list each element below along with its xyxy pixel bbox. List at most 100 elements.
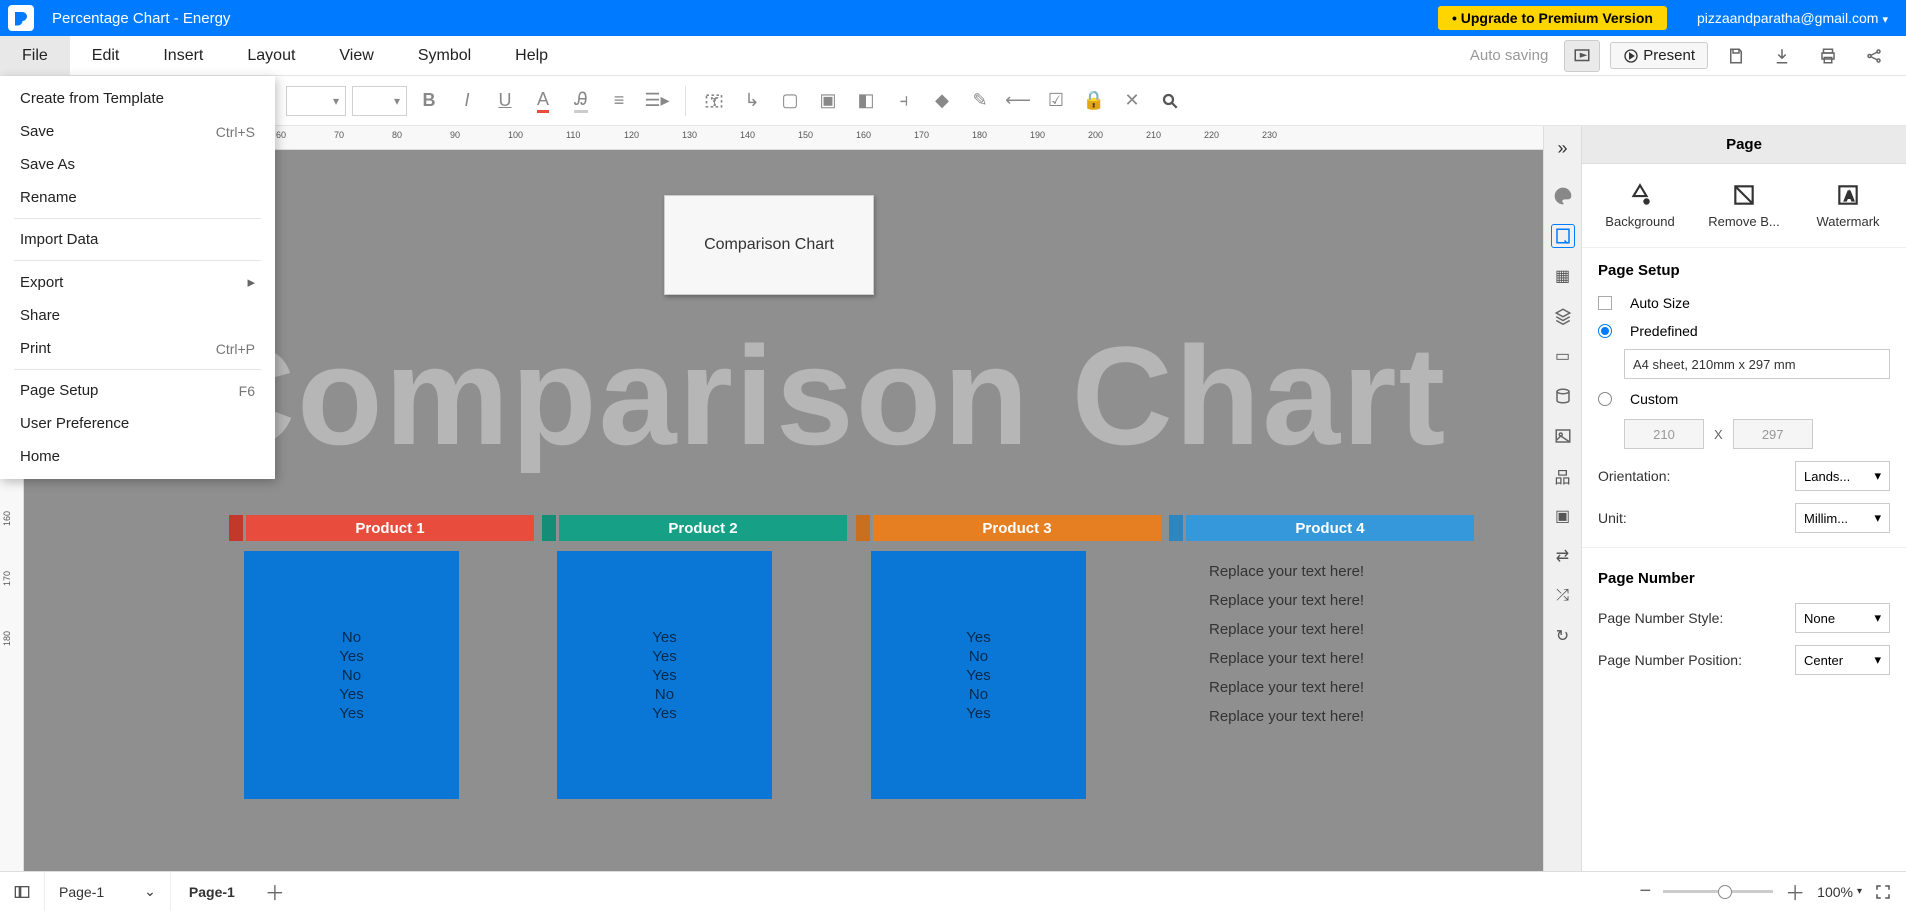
file-user-preference[interactable]: User Preference bbox=[0, 407, 275, 440]
save-icon[interactable] bbox=[1718, 38, 1754, 74]
sitemap-icon[interactable]: 品 bbox=[1551, 464, 1575, 488]
presentation-toggle-button[interactable] bbox=[1564, 40, 1600, 72]
remove-bg-button[interactable]: Remove B... bbox=[1694, 182, 1794, 229]
document-title[interactable]: Percentage Chart - Energy bbox=[52, 10, 230, 27]
align-objects-button[interactable]: ⫞ bbox=[888, 85, 920, 117]
menu-layout[interactable]: Layout bbox=[225, 36, 317, 75]
unit-select[interactable]: Millim...▾ bbox=[1795, 503, 1890, 533]
presentation-icon[interactable]: ▭ bbox=[1551, 344, 1575, 368]
file-home[interactable]: Home bbox=[0, 440, 275, 473]
share-icon[interactable] bbox=[1856, 38, 1892, 74]
edit-shape-button[interactable]: ☑ bbox=[1040, 85, 1072, 117]
watermark-button[interactable]: AWatermark bbox=[1798, 182, 1898, 229]
line-spacing-button[interactable]: ☰▸ bbox=[641, 85, 673, 117]
zoom-value[interactable]: 100%▾ bbox=[1817, 884, 1862, 900]
arrange-icon[interactable]: ⇄ bbox=[1551, 544, 1575, 568]
file-share[interactable]: Share bbox=[0, 299, 275, 332]
user-email[interactable]: pizzaandparatha@gmail.com▾ bbox=[1697, 10, 1888, 26]
zoom-slider[interactable] bbox=[1663, 890, 1773, 893]
font-color-button[interactable]: A bbox=[527, 85, 559, 117]
menu-file[interactable]: File bbox=[0, 36, 70, 75]
expand-panel-icon[interactable]: » bbox=[1551, 136, 1575, 160]
history-icon[interactable]: ↻ bbox=[1551, 624, 1575, 648]
orientation-label: Orientation: bbox=[1598, 468, 1785, 484]
download-icon[interactable] bbox=[1764, 38, 1800, 74]
predefined-option[interactable]: Predefined bbox=[1582, 317, 1906, 345]
app-logo[interactable] bbox=[8, 5, 34, 31]
predefined-size-input[interactable] bbox=[1624, 349, 1890, 379]
menu-help[interactable]: Help bbox=[493, 36, 570, 75]
page-number-heading: Page Number bbox=[1582, 556, 1906, 597]
present-button[interactable]: Present bbox=[1610, 42, 1708, 69]
background-button[interactable]: Background bbox=[1590, 182, 1690, 229]
theme-icon[interactable] bbox=[1551, 184, 1575, 208]
zoom-out-button[interactable]: − bbox=[1639, 880, 1651, 903]
tools-button[interactable]: ✕ bbox=[1116, 85, 1148, 117]
lock-button[interactable]: 🔒 bbox=[1078, 85, 1110, 117]
shuffle-icon[interactable]: ⤮ bbox=[1551, 584, 1575, 608]
product-3-column[interactable]: Product 3 Yes No Yes No Yes bbox=[856, 515, 1161, 799]
menu-edit[interactable]: Edit bbox=[70, 36, 142, 75]
pn-style-select[interactable]: None▾ bbox=[1795, 603, 1890, 633]
text-box-button[interactable]: T bbox=[698, 85, 730, 117]
product-2-header: Product 2 bbox=[559, 515, 847, 541]
bring-front-button[interactable]: ◧ bbox=[850, 85, 882, 117]
orientation-select[interactable]: Lands...▾ bbox=[1795, 461, 1890, 491]
menu-insert[interactable]: Insert bbox=[141, 36, 225, 75]
italic-button[interactable]: I bbox=[451, 85, 483, 117]
height-input[interactable] bbox=[1733, 419, 1813, 449]
group-button[interactable]: ▣ bbox=[812, 85, 844, 117]
pn-pos-select[interactable]: Center▾ bbox=[1795, 645, 1890, 675]
font-size-select[interactable]: ▾ bbox=[352, 86, 407, 116]
page-tab[interactable]: Page-1 bbox=[171, 872, 253, 911]
file-rename[interactable]: Rename bbox=[0, 181, 275, 214]
search-button[interactable] bbox=[1154, 85, 1186, 117]
format-toolbar: ▾ ▾ B I U A Ꭿ ≡ ☰▸ T ↳ ▢ ▣ ◧ ⫞ ◆ ✎ ⟵ ☑ 🔒… bbox=[0, 76, 1906, 126]
line-color-button[interactable]: ✎ bbox=[964, 85, 996, 117]
file-create-template[interactable]: Create from Template bbox=[0, 82, 275, 115]
component-icon[interactable]: ▣ bbox=[1551, 504, 1575, 528]
arrow-style-button[interactable]: ⟵ bbox=[1002, 85, 1034, 117]
product-1-header: Product 1 bbox=[246, 515, 534, 541]
outline-button[interactable] bbox=[0, 872, 45, 911]
title-box-shape[interactable]: Comparison Chart bbox=[664, 195, 874, 295]
shape-button[interactable]: ▢ bbox=[774, 85, 806, 117]
align-button[interactable]: ≡ bbox=[603, 85, 635, 117]
top-bar: Percentage Chart - Energy Upgrade to Pre… bbox=[0, 0, 1906, 36]
fullscreen-button[interactable] bbox=[1874, 883, 1892, 901]
file-export[interactable]: Export▸ bbox=[0, 265, 275, 299]
product-4-header: Product 4 bbox=[1186, 515, 1474, 541]
page-panel-icon[interactable] bbox=[1551, 224, 1575, 248]
zoom-in-button[interactable]: ＋ bbox=[1785, 877, 1805, 906]
auto-size-option[interactable]: Auto Size bbox=[1582, 289, 1906, 317]
file-print[interactable]: PrintCtrl+P bbox=[0, 332, 275, 365]
highlight-button[interactable]: Ꭿ bbox=[565, 85, 597, 117]
bold-button[interactable]: B bbox=[413, 85, 445, 117]
font-family-select[interactable]: ▾ bbox=[286, 86, 346, 116]
width-input[interactable] bbox=[1624, 419, 1704, 449]
custom-option[interactable]: Custom bbox=[1582, 385, 1906, 413]
underline-button[interactable]: U bbox=[489, 85, 521, 117]
menu-view[interactable]: View bbox=[317, 36, 395, 75]
svg-text:T: T bbox=[712, 97, 718, 108]
menu-symbol[interactable]: Symbol bbox=[396, 36, 493, 75]
product-1-column[interactable]: Product 1 No Yes No Yes Yes bbox=[229, 515, 534, 799]
data-icon[interactable] bbox=[1551, 384, 1575, 408]
fill-button[interactable]: ◆ bbox=[926, 85, 958, 117]
panel-title: Page bbox=[1582, 126, 1906, 164]
add-page-button[interactable]: ＋ bbox=[253, 872, 297, 911]
file-save[interactable]: SaveCtrl+S bbox=[0, 115, 275, 148]
product-4-column[interactable]: Product 4 Replace your text here! Replac… bbox=[1169, 515, 1474, 725]
image-icon[interactable] bbox=[1551, 424, 1575, 448]
layers-icon[interactable] bbox=[1551, 304, 1575, 328]
grid-icon[interactable]: ▦ bbox=[1551, 264, 1575, 288]
upgrade-button[interactable]: Upgrade to Premium Version bbox=[1438, 6, 1667, 30]
file-page-setup[interactable]: Page SetupF6 bbox=[0, 374, 275, 407]
file-save-as[interactable]: Save As bbox=[0, 148, 275, 181]
page-selector[interactable]: Page-1⌄ bbox=[45, 872, 171, 911]
caret-down-icon: ▾ bbox=[1882, 14, 1888, 26]
product-2-column[interactable]: Product 2 Yes Yes Yes No Yes bbox=[542, 515, 847, 799]
file-import-data[interactable]: Import Data bbox=[0, 223, 275, 256]
connector-button[interactable]: ↳ bbox=[736, 85, 768, 117]
print-icon[interactable] bbox=[1810, 38, 1846, 74]
